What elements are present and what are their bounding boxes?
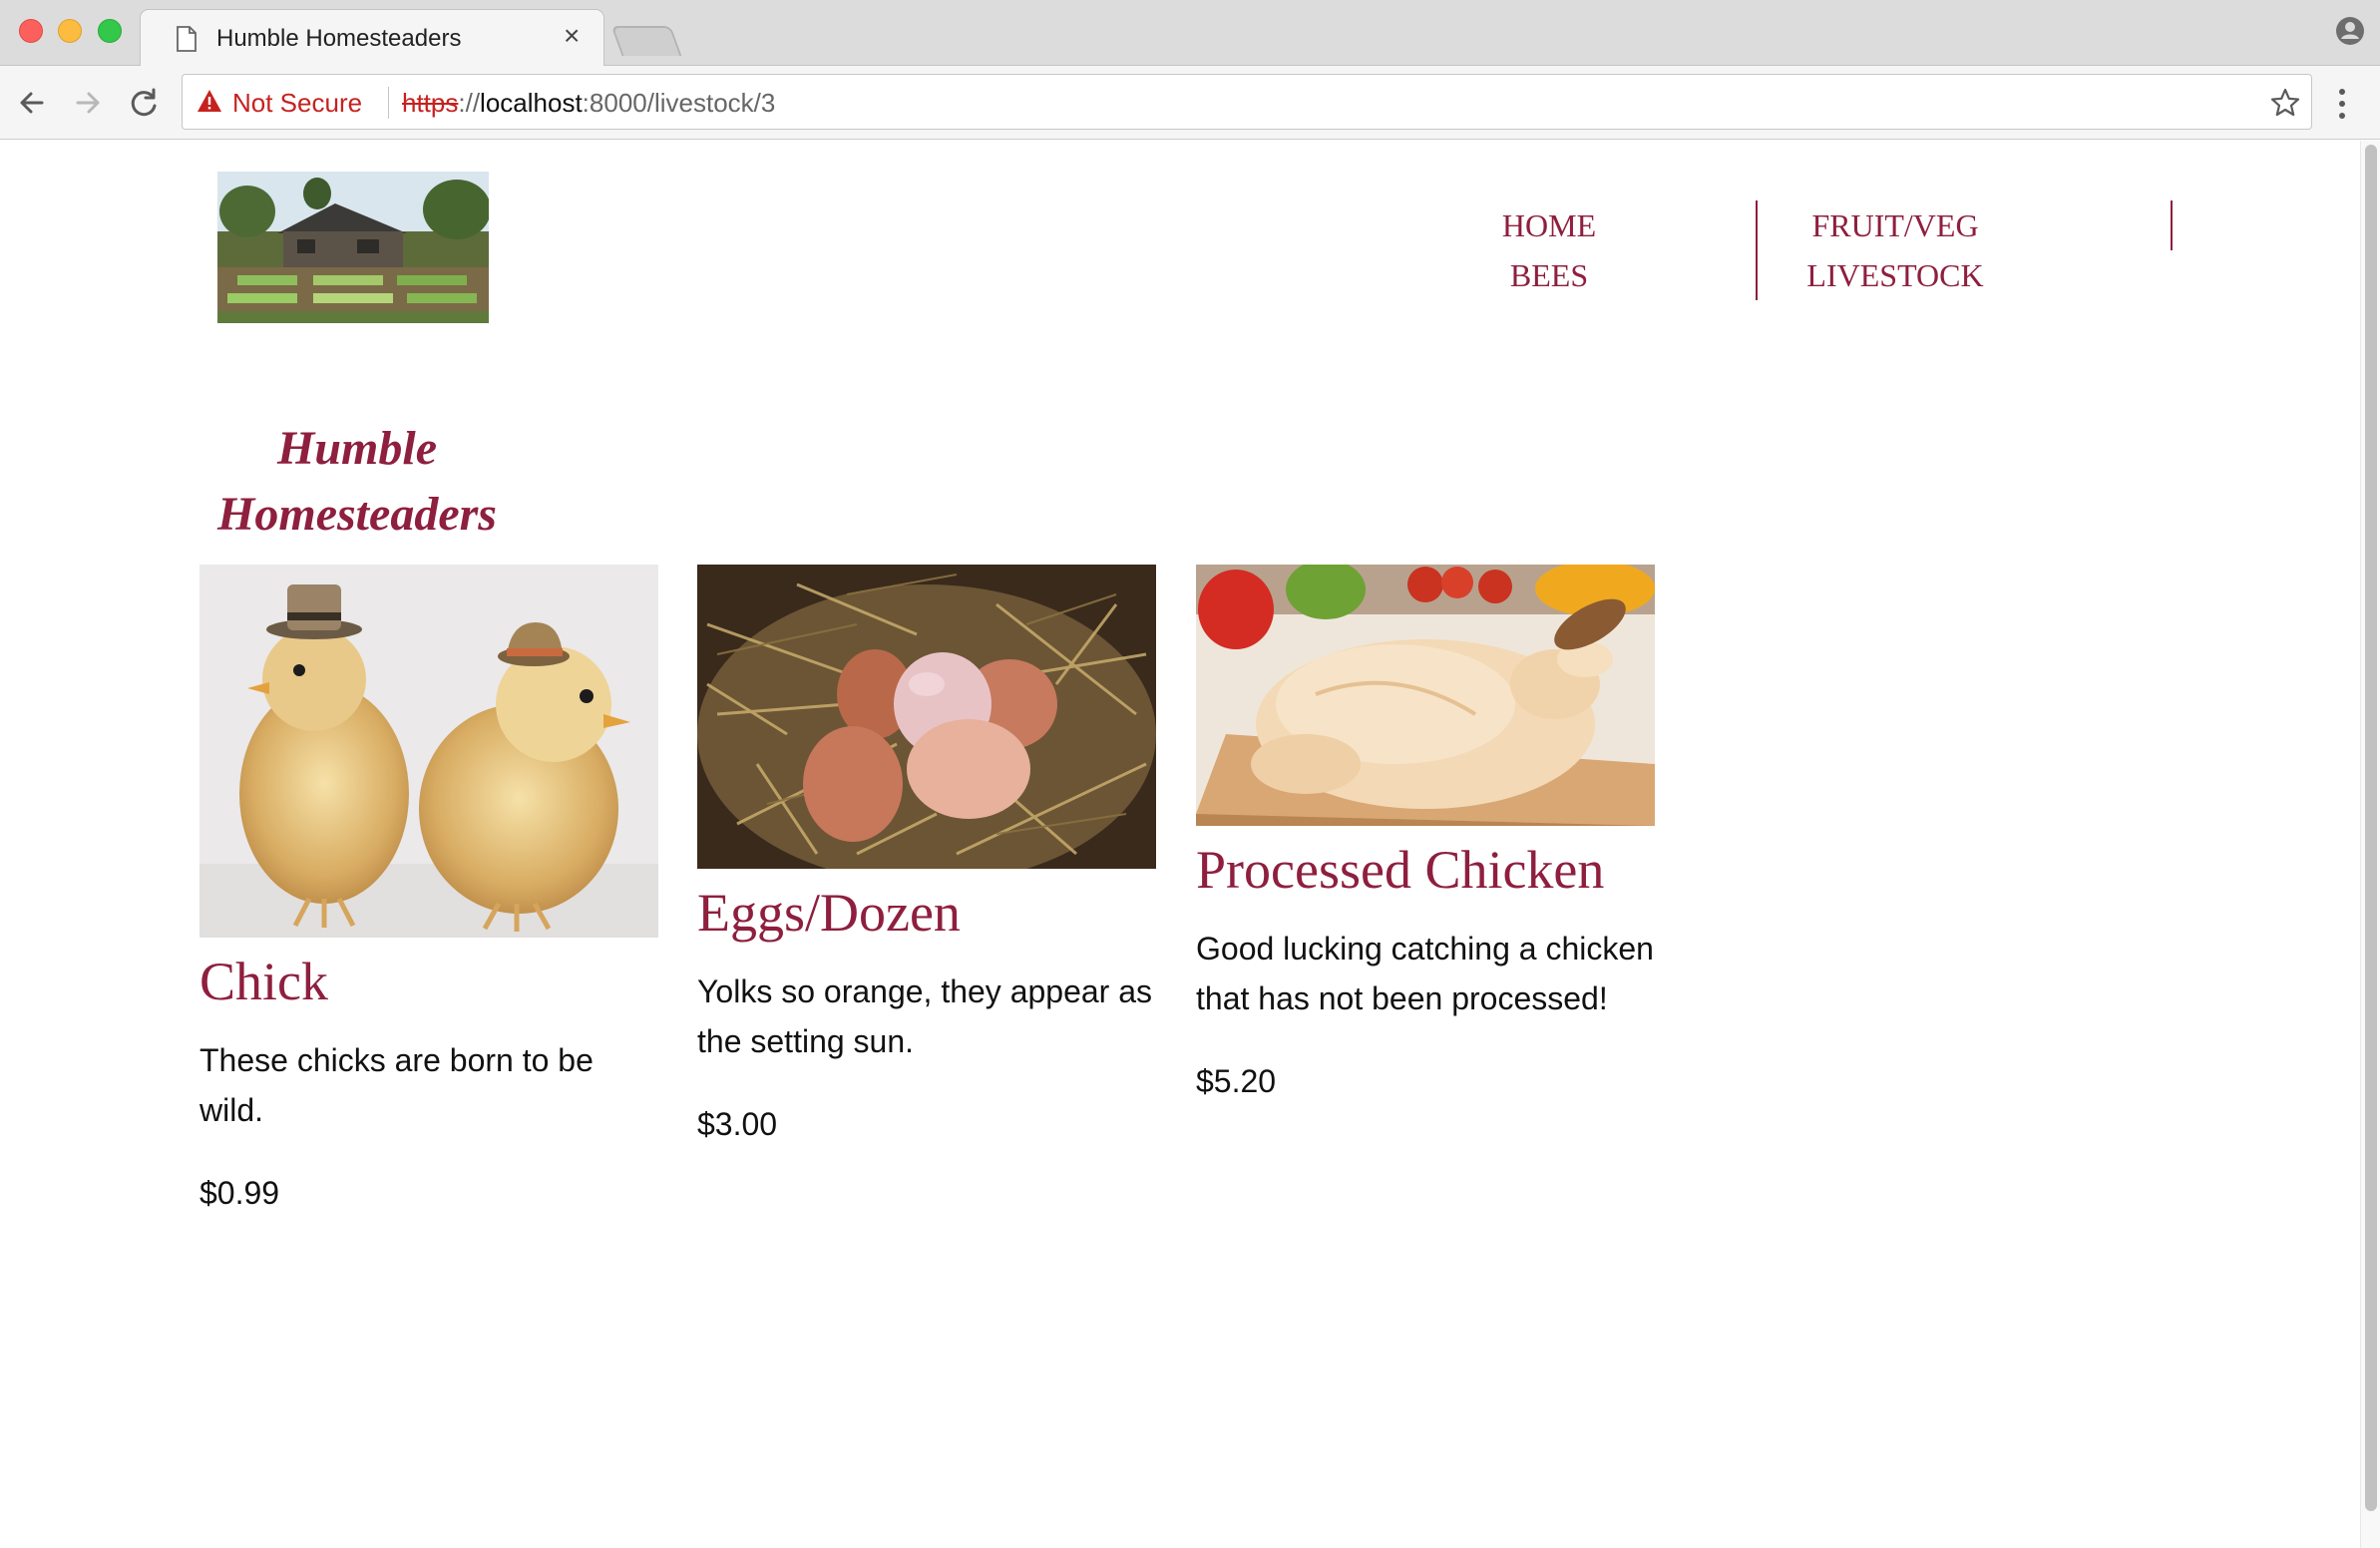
product-card: Processed Chicken Good lucking catching … xyxy=(1196,565,1655,1100)
product-name[interactable]: Eggs/Dozen xyxy=(697,881,1156,945)
product-description: Good lucking catching a chicken that has… xyxy=(1196,931,1654,1016)
product-price: $3.00 xyxy=(697,1106,778,1142)
browser-tab[interactable]: Humble Homesteaders × xyxy=(140,9,604,67)
page-icon xyxy=(177,26,197,52)
site-logo[interactable] xyxy=(217,172,489,323)
tab-title: Humble Homesteaders xyxy=(216,25,462,52)
url-path: :8000/livestock/3 xyxy=(582,88,776,118)
product-price: $0.99 xyxy=(199,1175,280,1211)
product-name[interactable]: Chick xyxy=(199,950,658,1013)
address-bar[interactable]: Not Secure https://localhost:8000/livest… xyxy=(182,74,2312,130)
warning-icon xyxy=(198,90,221,112)
url-text[interactable]: https://localhost:8000/livestock/3 xyxy=(402,88,775,119)
browser-tab-bar: Humble Homesteaders × xyxy=(0,0,2380,67)
new-tab-button[interactable] xyxy=(610,26,682,56)
browser-menu-icon[interactable] xyxy=(2336,86,2348,122)
nav-fruit-veg-link[interactable]: FRUIT/VEG xyxy=(1756,200,2035,250)
product-card: Chick These chicks are born to be wild. … xyxy=(199,565,658,1212)
page-viewport: HOME BEES FRUIT/VEG LIVESTOCK Humble Hom… xyxy=(0,141,2360,1548)
url-separator: :// xyxy=(458,88,481,118)
address-divider xyxy=(388,87,389,119)
product-image-chicks[interactable] xyxy=(199,565,658,938)
url-scheme: https xyxy=(402,88,459,118)
nav-bees-link[interactable]: BEES xyxy=(1426,250,1672,300)
product-card: Eggs/Dozen Yolks so orange, they appear … xyxy=(697,565,1156,1143)
nav-column-right: FRUIT/VEG LIVESTOCK xyxy=(1756,200,2035,300)
bookmark-star-icon[interactable] xyxy=(2269,87,2301,119)
browser-toolbar: Not Secure https://localhost:8000/livest… xyxy=(0,66,2380,140)
site-title-line-2: Homesteaders xyxy=(217,488,497,541)
reload-icon[interactable] xyxy=(124,83,164,123)
product-image-eggs[interactable] xyxy=(697,565,1156,869)
product-price: $5.20 xyxy=(1196,1063,1277,1099)
nav-column-left: HOME BEES xyxy=(1426,200,1672,300)
product-image-chicken[interactable] xyxy=(1196,565,1655,826)
back-arrow-icon[interactable] xyxy=(12,83,52,123)
profile-icon[interactable] xyxy=(2335,16,2365,46)
product-description: Yolks so orange, they appear as the sett… xyxy=(697,973,1153,1059)
product-description: These chicks are born to be wild. xyxy=(199,1042,594,1128)
tab-close-icon[interactable]: × xyxy=(564,21,580,51)
site-title-line-1: Humble xyxy=(276,422,437,475)
nav-home-link[interactable]: HOME xyxy=(1426,200,1672,250)
scrollbar-thumb[interactable] xyxy=(2365,145,2377,1511)
window-close-button[interactable] xyxy=(19,19,43,43)
security-status[interactable]: Not Secure xyxy=(232,88,362,119)
page-scrollbar[interactable] xyxy=(2360,141,2380,1548)
site-title: Humble Homesteaders xyxy=(199,416,515,548)
window-minimize-button[interactable] xyxy=(58,19,82,43)
forward-arrow-icon[interactable] xyxy=(68,83,108,123)
window-zoom-button[interactable] xyxy=(98,19,122,43)
product-name[interactable]: Processed Chicken xyxy=(1196,838,1655,902)
url-host: localhost xyxy=(480,88,583,118)
nav-divider xyxy=(2171,200,2173,250)
nav-livestock-link[interactable]: LIVESTOCK xyxy=(1756,250,2035,300)
